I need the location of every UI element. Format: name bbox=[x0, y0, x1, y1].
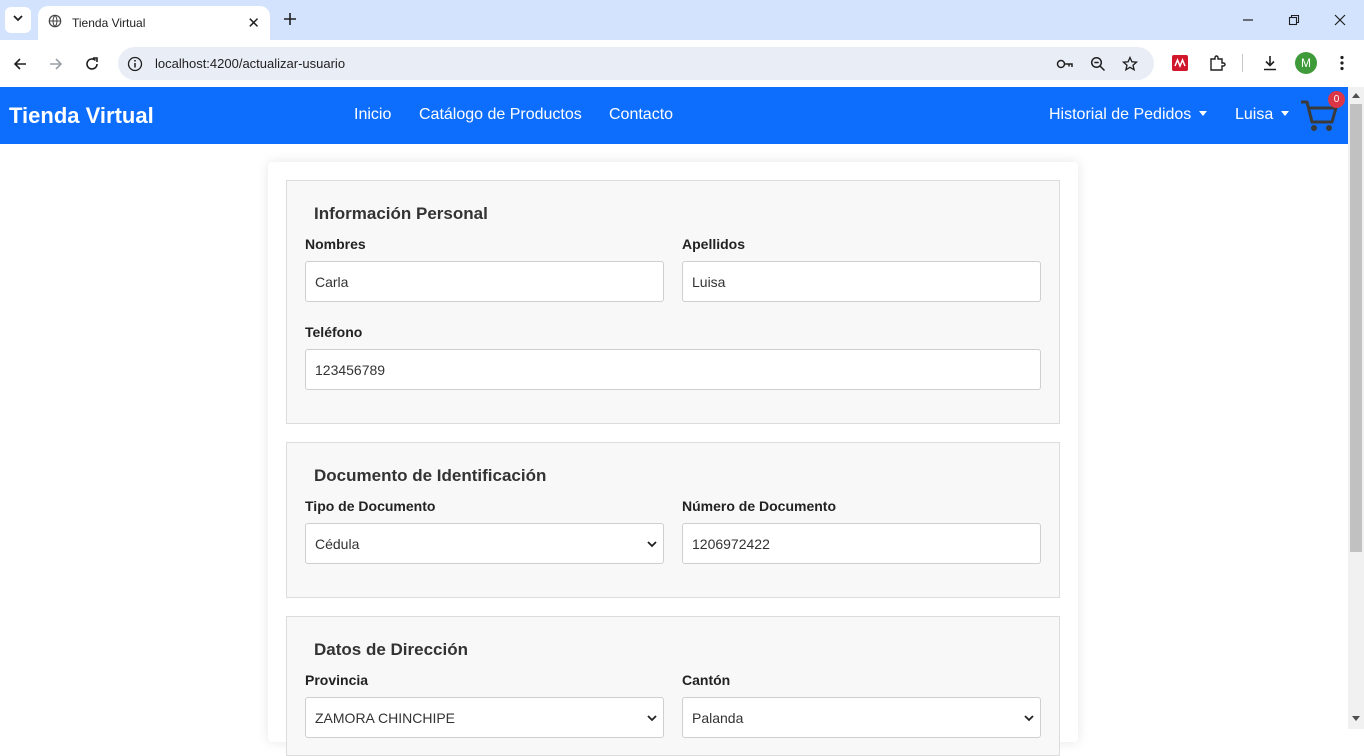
toolbar-divider bbox=[1242, 54, 1243, 72]
zoom-icon[interactable] bbox=[1089, 55, 1107, 73]
extensions-puzzle-icon[interactable] bbox=[1206, 52, 1228, 74]
tab-search-button[interactable] bbox=[5, 7, 31, 33]
last-name-label: Apellidos bbox=[682, 236, 746, 252]
download-icon[interactable] bbox=[1259, 52, 1281, 74]
phone-input[interactable]: 123456789 bbox=[305, 349, 1041, 390]
order-history-label: Historial de Pedidos bbox=[1049, 106, 1192, 123]
update-user-form: Información Personal Nombres Carla Apell… bbox=[268, 162, 1078, 756]
user-name-label: Luisa bbox=[1235, 106, 1274, 123]
canton-label: Cantón bbox=[682, 672, 731, 688]
url-text[interactable]: localhost:4200/actualizar-usuario bbox=[155, 56, 345, 71]
browser-tab-strip: Tienda Virtual ✕ bbox=[0, 0, 1364, 40]
close-tab-icon[interactable]: ✕ bbox=[247, 14, 260, 32]
personal-info-legend: Información Personal bbox=[314, 204, 488, 223]
address-bar[interactable]: localhost:4200/actualizar-usuario bbox=[118, 47, 1154, 80]
caret-down-icon bbox=[1281, 111, 1290, 116]
browser-tab[interactable]: Tienda Virtual ✕ bbox=[38, 6, 270, 40]
brand-logo[interactable]: Tienda Virtual bbox=[9, 103, 154, 129]
password-key-icon[interactable] bbox=[1056, 55, 1074, 73]
province-select[interactable]: ZAMORA CHINCHIPE bbox=[305, 697, 664, 738]
document-number-input[interactable]: 1206972422 bbox=[682, 523, 1041, 564]
chevron-down-icon bbox=[12, 11, 24, 29]
user-dropdown[interactable]: Luisa bbox=[1235, 106, 1290, 124]
chevron-down-icon bbox=[645, 711, 659, 725]
address-legend: Datos de Dirección bbox=[314, 640, 468, 659]
forward-button[interactable] bbox=[44, 52, 68, 76]
scroll-down-arrow[interactable] bbox=[1352, 716, 1360, 721]
scroll-up-arrow[interactable] bbox=[1352, 93, 1360, 98]
document-type-value: Cédula bbox=[315, 535, 360, 552]
personal-info-section: Información Personal Nombres Carla Apell… bbox=[286, 180, 1060, 424]
nav-link-catalogo[interactable]: Catálogo de Productos bbox=[419, 106, 582, 124]
chevron-down-icon bbox=[645, 537, 659, 551]
nav-link-contacto[interactable]: Contacto bbox=[609, 106, 673, 124]
reload-button[interactable] bbox=[80, 52, 104, 76]
document-legend: Documento de Identificación bbox=[314, 466, 547, 485]
profile-avatar[interactable]: M bbox=[1295, 52, 1317, 74]
more-menu-icon[interactable] bbox=[1331, 52, 1353, 74]
province-label: Provincia bbox=[305, 672, 369, 688]
document-type-select[interactable]: Cédula bbox=[305, 523, 664, 564]
minimize-window-button[interactable] bbox=[1238, 10, 1258, 30]
first-name-input[interactable]: Carla bbox=[305, 261, 664, 302]
first-name-label: Nombres bbox=[305, 236, 366, 252]
document-type-label: Tipo de Documento bbox=[305, 498, 436, 514]
cart-count-badge: 0 bbox=[1328, 91, 1345, 108]
restore-window-button[interactable] bbox=[1284, 10, 1304, 30]
bookmark-star-icon[interactable] bbox=[1121, 55, 1139, 73]
canton-select[interactable]: Palanda bbox=[682, 697, 1041, 738]
new-tab-button[interactable] bbox=[279, 8, 301, 30]
last-name-input[interactable]: Luisa bbox=[682, 261, 1041, 302]
caret-down-icon bbox=[1199, 111, 1208, 116]
chevron-down-icon bbox=[1022, 711, 1036, 725]
extension-red-icon[interactable] bbox=[1169, 52, 1191, 74]
back-button[interactable] bbox=[8, 52, 32, 76]
phone-label: Teléfono bbox=[305, 324, 363, 340]
site-navbar: Tienda Virtual Inicio Catálogo de Produc… bbox=[0, 87, 1348, 144]
globe-icon bbox=[48, 14, 62, 33]
province-value: ZAMORA CHINCHIPE bbox=[315, 709, 456, 726]
address-section: Datos de Dirección Provincia ZAMORA CHIN… bbox=[286, 616, 1060, 756]
tab-title: Tienda Virtual bbox=[72, 16, 146, 30]
document-number-label: Número de Documento bbox=[682, 498, 837, 514]
document-section: Documento de Identificación Tipo de Docu… bbox=[286, 442, 1060, 598]
order-history-dropdown[interactable]: Historial de Pedidos bbox=[1049, 106, 1208, 124]
scrollbar-thumb[interactable] bbox=[1350, 104, 1362, 552]
browser-toolbar: localhost:4200/actualizar-usuario M bbox=[0, 40, 1364, 87]
nav-link-inicio[interactable]: Inicio bbox=[354, 106, 391, 124]
page-scrollbar[interactable] bbox=[1348, 87, 1364, 729]
site-info-icon[interactable] bbox=[126, 55, 144, 73]
canton-value: Palanda bbox=[692, 709, 744, 726]
close-window-button[interactable] bbox=[1330, 10, 1350, 30]
